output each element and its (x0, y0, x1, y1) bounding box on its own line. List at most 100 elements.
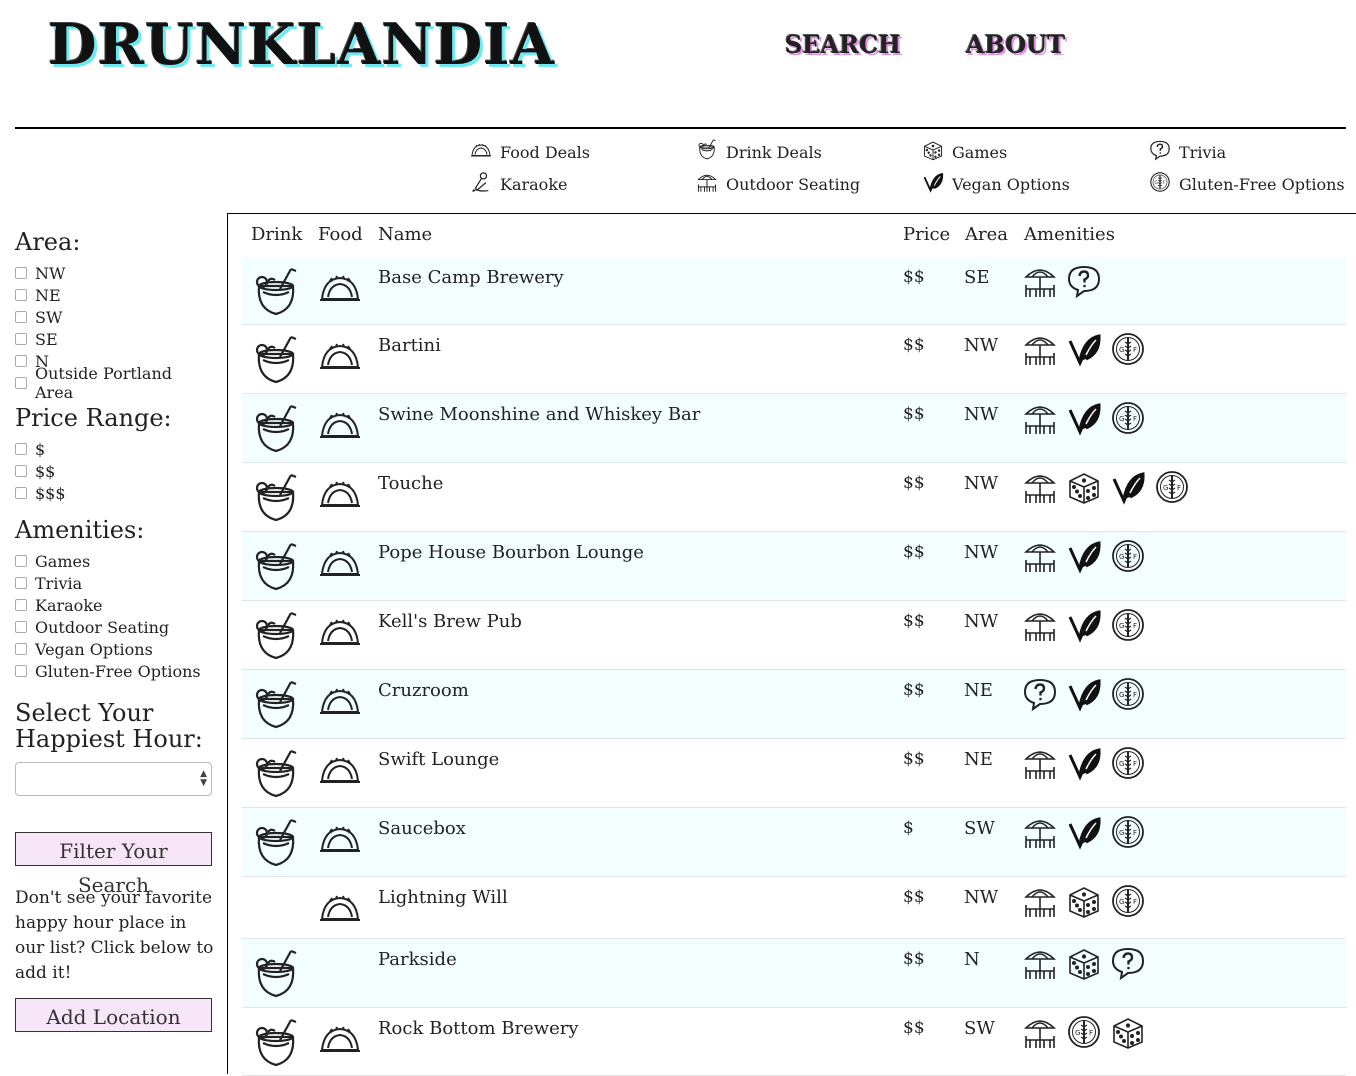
venue-area: NE (964, 749, 993, 770)
site-logo[interactable]: DRUNKLANDIA (48, 12, 555, 78)
amenity-checkbox[interactable] (15, 599, 27, 611)
area-checkbox[interactable] (15, 267, 27, 279)
amenity-option[interactable]: Vegan Options (15, 638, 215, 660)
amenity-checkbox[interactable] (15, 577, 27, 589)
legend-label: Drink Deals (726, 142, 822, 162)
area-option[interactable]: SW (15, 306, 215, 328)
svg-text:G: G (1119, 760, 1124, 768)
venue-name-link[interactable]: Touche (378, 473, 443, 494)
svg-text:F: F (1133, 829, 1137, 837)
nav-about-link[interactable]: ABOUT (966, 30, 1065, 59)
patio-umbrella-icon (1022, 883, 1058, 923)
svg-text:G: G (1119, 691, 1124, 699)
venue-name-link[interactable]: Base Camp Brewery (378, 267, 564, 288)
gluten-free-icon: GF (1110, 538, 1146, 578)
venue-area: SW (964, 1018, 995, 1039)
gluten-free-icon: GF (1110, 745, 1146, 785)
area-checkbox[interactable] (15, 311, 27, 323)
cocktail-icon (696, 139, 718, 165)
price-checkbox[interactable] (15, 465, 27, 477)
table-row[interactable]: Parkside $$ N (242, 939, 1346, 1008)
venue-name-link[interactable]: Bartini (378, 335, 441, 356)
venue-name-link[interactable]: Pope House Bourbon Lounge (378, 542, 644, 563)
patio-umbrella-icon (696, 171, 718, 197)
patio-umbrella-icon (1022, 1014, 1058, 1054)
taco-icon (318, 339, 362, 373)
dice-icon (1110, 1014, 1146, 1054)
amenity-option[interactable]: Gluten-Free Options (15, 660, 215, 682)
amenity-option[interactable]: Karaoke (15, 594, 215, 616)
venue-name-link[interactable]: Cruzroom (378, 680, 469, 701)
table-row[interactable]: Pope House Bourbon Lounge $$ NW G F (242, 532, 1346, 601)
vegan-leaf-icon (1110, 469, 1146, 509)
svg-text:F: F (1133, 415, 1137, 423)
price-option[interactable]: $ (15, 438, 215, 460)
table-row[interactable]: Cruzroom $$ NE G F (242, 670, 1346, 739)
legend-item-trivia: Trivia (1149, 139, 1226, 165)
area-option[interactable]: NE (15, 284, 215, 306)
venue-price: $$ (903, 267, 925, 287)
microphone-icon (470, 171, 492, 197)
venue-area: NW (964, 473, 999, 494)
taco-icon (318, 1022, 362, 1056)
price-checkbox[interactable] (15, 487, 27, 499)
area-option[interactable]: Outside Portland Area (15, 364, 215, 402)
add-location-button[interactable]: Add Location (15, 998, 212, 1032)
venue-name-link[interactable]: Parkside (378, 949, 457, 970)
area-option[interactable]: NW (15, 262, 215, 284)
legend-item-food-deals: Food Deals (470, 139, 590, 165)
venue-name-link[interactable]: Swift Lounge (378, 749, 499, 770)
price-option[interactable]: $$ (15, 460, 215, 482)
area-option-label: NE (35, 285, 61, 305)
taco-icon (318, 615, 362, 649)
amenity-checkbox[interactable] (15, 665, 27, 677)
area-option-label: NW (35, 263, 66, 283)
gluten-free-icon: GF (1110, 883, 1146, 923)
table-row[interactable]: Rock Bottom Brewery $$ SW G F (242, 1008, 1346, 1076)
venue-amenities (1022, 945, 1146, 985)
amenity-option[interactable]: Outdoor Seating (15, 616, 215, 638)
amenity-checkbox[interactable] (15, 643, 27, 655)
venue-price: $$ (903, 335, 925, 355)
venue-name-link[interactable]: Rock Bottom Brewery (378, 1018, 579, 1039)
patio-umbrella-icon (1022, 469, 1058, 509)
venue-area: SE (964, 267, 990, 288)
venue-name-link[interactable]: Kell's Brew Pub (378, 611, 522, 632)
area-checkbox[interactable] (15, 377, 27, 389)
amenity-checkbox[interactable] (15, 555, 27, 567)
happiest-hour-select[interactable]: ▲ ▼ (15, 762, 212, 796)
cocktail-icon (250, 949, 302, 1001)
venue-name-link[interactable]: Swine Moonshine and Whiskey Bar (378, 404, 700, 425)
price-option[interactable]: $$$ (15, 482, 215, 504)
area-checkbox[interactable] (15, 333, 27, 345)
area-checkbox-list: NW NE SW SE N Outside Portland Area (15, 262, 215, 402)
table-row[interactable]: Lightning Will $$ NW G F (242, 877, 1346, 939)
venue-name-link[interactable]: Lightning Will (378, 887, 508, 908)
price-checkbox[interactable] (15, 443, 27, 455)
table-row[interactable]: Base Camp Brewery $$ SE (242, 257, 1346, 325)
svg-text:G: G (1119, 898, 1124, 906)
svg-text:G: G (1155, 180, 1158, 186)
gluten-free-icon: GF (1110, 814, 1146, 854)
area-option[interactable]: SE (15, 328, 215, 350)
nav-search-link[interactable]: SEARCH (785, 30, 901, 59)
area-checkbox[interactable] (15, 289, 27, 301)
cocktail-icon (250, 404, 302, 456)
table-row[interactable]: Touche $$ NW G F (242, 463, 1346, 532)
amenity-checkbox[interactable] (15, 621, 27, 633)
table-row[interactable]: Swift Lounge $$ NE G F (242, 739, 1346, 808)
table-row[interactable]: Saucebox $ SW G F (242, 808, 1346, 877)
venue-amenities: GF (1022, 538, 1146, 578)
table-row[interactable]: Swine Moonshine and Whiskey Bar $$ NW G F (242, 394, 1346, 463)
amenity-option[interactable]: Trivia (15, 572, 215, 594)
taco-icon (318, 753, 362, 787)
filter-search-button[interactable]: Filter Your Search (15, 832, 212, 897)
patio-umbrella-icon (1022, 331, 1058, 371)
area-checkbox[interactable] (15, 355, 27, 367)
table-row[interactable]: Kell's Brew Pub $$ NW G F (242, 601, 1346, 670)
venue-name-link[interactable]: Saucebox (378, 818, 466, 839)
table-row[interactable]: Bartini $$ NW G F (242, 325, 1346, 394)
happy-hour-table: Base Camp Brewery $$ SE Bartini $$ NW G F Swine … (242, 257, 1346, 1076)
amenity-option[interactable]: Games (15, 550, 215, 572)
amenities-heading: Amenities: (15, 516, 145, 544)
